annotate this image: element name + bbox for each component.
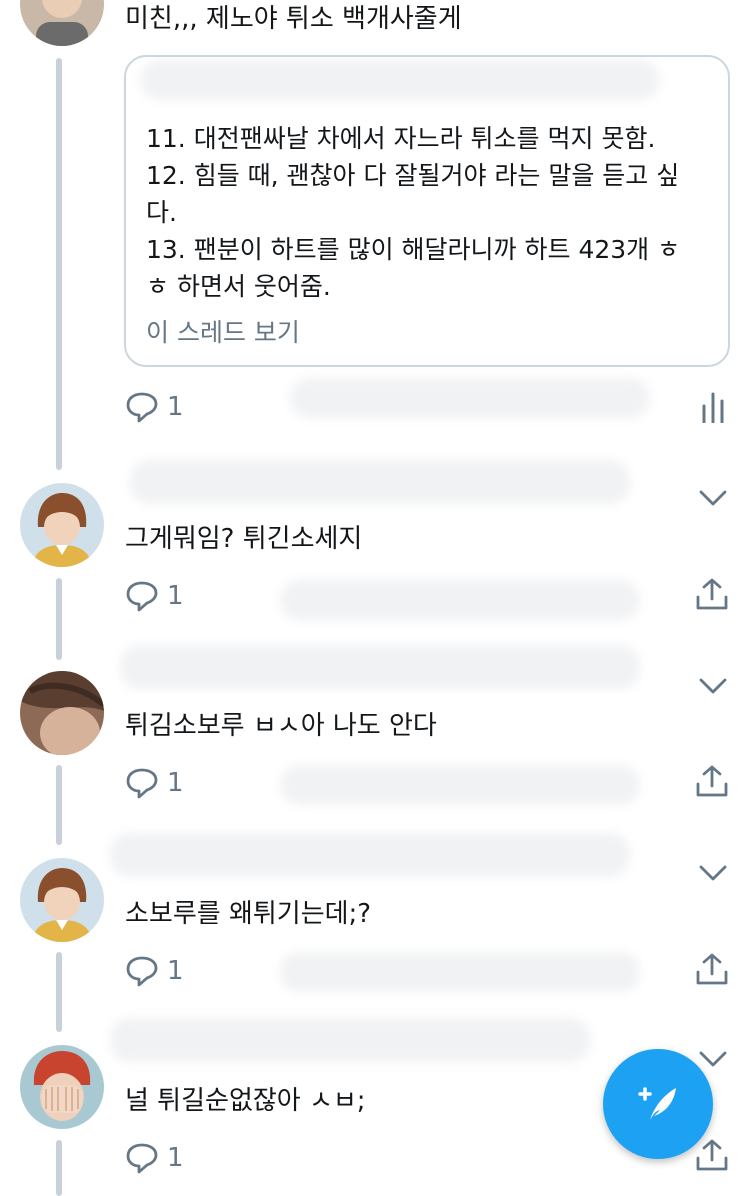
avatar[interactable] [20,483,104,567]
tweet-text: 튀김소보루 ㅂㅅ아 나도 안다 [125,711,437,741]
tweet-text: 그게뭐임? 튀긴소세지 [125,524,363,554]
compose-tweet-button[interactable] [603,1049,713,1159]
reply-button[interactable]: 1 [125,767,184,799]
redacted-area [280,765,640,805]
quoted-tweet-card[interactable]: 11. 대전팬싸날 차에서 자느라 튀소를 먹지 못함. 12. 힘들 때, 괜… [124,55,730,367]
share-icon [696,765,728,797]
redacted-area [290,378,650,418]
tweet-text: 널 튀길순없잖아 ㅅㅂ; [125,1086,366,1116]
share-icon [696,578,728,610]
thread-line [56,952,62,1032]
reply-button[interactable]: 1 [125,1142,184,1174]
reply-button[interactable]: 1 [125,391,184,423]
redacted-area [110,833,630,877]
thread-line [56,765,62,845]
compose-tweet-icon [638,1087,676,1120]
redacted-area [110,1018,590,1062]
thread-line [56,1140,62,1196]
analytics-button[interactable] [701,391,725,423]
reply-icon [126,392,158,423]
quote-text-line: 13. 팬분이 하트를 많이 해달라니까 하트 423개 ㅎ [146,235,681,264]
share-icon [696,953,728,985]
reply-count: 1 [167,768,184,798]
reply-icon [126,768,158,799]
chevron-down-icon[interactable] [698,488,728,508]
reply-count: 1 [167,581,184,611]
tweet-text: 미친,,, 제노야 튀소 백개사줄게 [125,4,462,34]
quote-text-line: 11. 대전팬싸날 차에서 자느라 튀소를 먹지 못함. [146,124,656,153]
share-button[interactable] [695,952,729,986]
reply-icon [126,581,158,612]
redacted-area [280,952,640,992]
avatar[interactable] [20,671,104,755]
redacted-area [280,580,640,620]
reply-button[interactable]: 1 [125,580,184,612]
share-button[interactable] [695,764,729,798]
reply-count: 1 [167,392,184,422]
show-thread-link[interactable]: 이 스레드 보기 [146,313,300,349]
quote-text-line: 다. [146,198,177,227]
reply-icon [126,1143,158,1174]
tweet-text: 소보루를 왜튀기는데;? [125,899,372,929]
avatar[interactable] [20,0,104,46]
reply-icon [126,956,158,987]
redacted-area [120,645,640,689]
redacted-area [130,460,630,504]
chevron-down-icon[interactable] [698,1049,728,1069]
chevron-down-icon[interactable] [698,863,728,883]
reply-count: 1 [167,956,184,986]
share-button[interactable] [695,1138,729,1172]
avatar[interactable] [20,1045,104,1129]
analytics-icon [702,392,724,423]
thread-line [56,58,62,470]
quote-text-line: ㅎ 하면서 웃어줌. [146,272,331,301]
reply-count: 1 [167,1143,184,1173]
chevron-down-icon[interactable] [698,676,728,696]
quote-text-line: 12. 힘들 때, 괜찮아 다 잘될거야 라는 말을 듣고 싶 [146,161,680,190]
thread-line [56,578,62,660]
share-button[interactable] [695,577,729,611]
share-icon [696,1139,728,1171]
reply-button[interactable]: 1 [125,955,184,987]
avatar[interactable] [20,858,104,942]
